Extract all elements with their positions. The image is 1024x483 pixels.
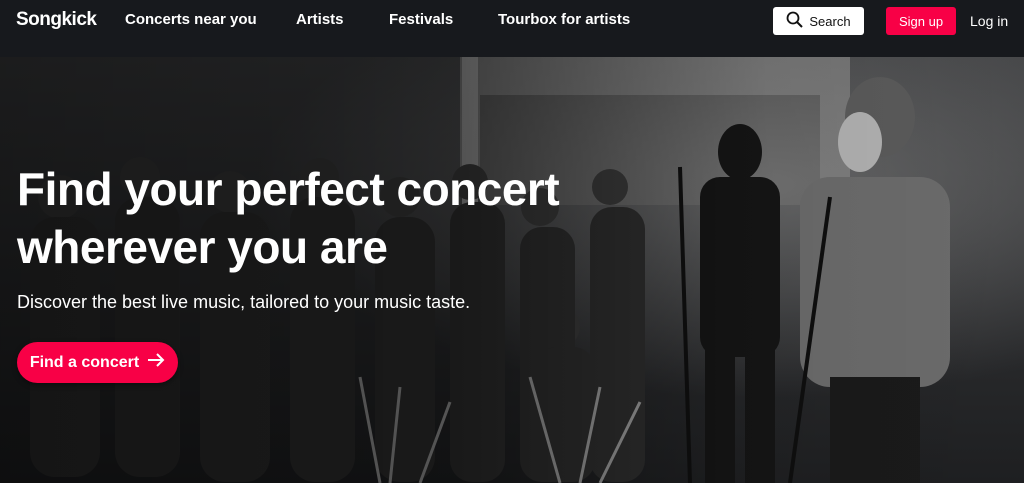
- hero-section: Find your perfect concert wherever you a…: [0, 57, 1024, 483]
- sign-up-button[interactable]: Sign up: [886, 7, 956, 35]
- hero-headline: Find your perfect concert wherever you a…: [17, 160, 560, 276]
- nav-festivals[interactable]: Festivals: [389, 11, 453, 28]
- search-button[interactable]: Search: [773, 7, 864, 35]
- nav-tourbox-for-artists[interactable]: Tourbox for artists: [498, 11, 630, 28]
- headline-line-1: Find your perfect concert: [17, 163, 560, 215]
- top-nav: Songkick Concerts near you Artists Festi…: [0, 0, 1024, 57]
- log-in-link[interactable]: Log in: [970, 13, 1008, 29]
- songkick-logo[interactable]: Songkick: [16, 9, 97, 31]
- find-a-concert-button[interactable]: Find a concert: [17, 342, 178, 383]
- cta-label: Find a concert: [29, 353, 140, 371]
- headline-line-2: wherever you are: [17, 221, 388, 273]
- hero-subtitle: Discover the best live music, tailored t…: [17, 292, 471, 312]
- arrow-right-icon: [147, 353, 165, 372]
- search-label: Search: [809, 13, 851, 29]
- nav-artists[interactable]: Artists: [296, 11, 344, 28]
- search-icon: [786, 11, 804, 31]
- nav-concerts-near-you[interactable]: Concerts near you: [125, 11, 257, 28]
